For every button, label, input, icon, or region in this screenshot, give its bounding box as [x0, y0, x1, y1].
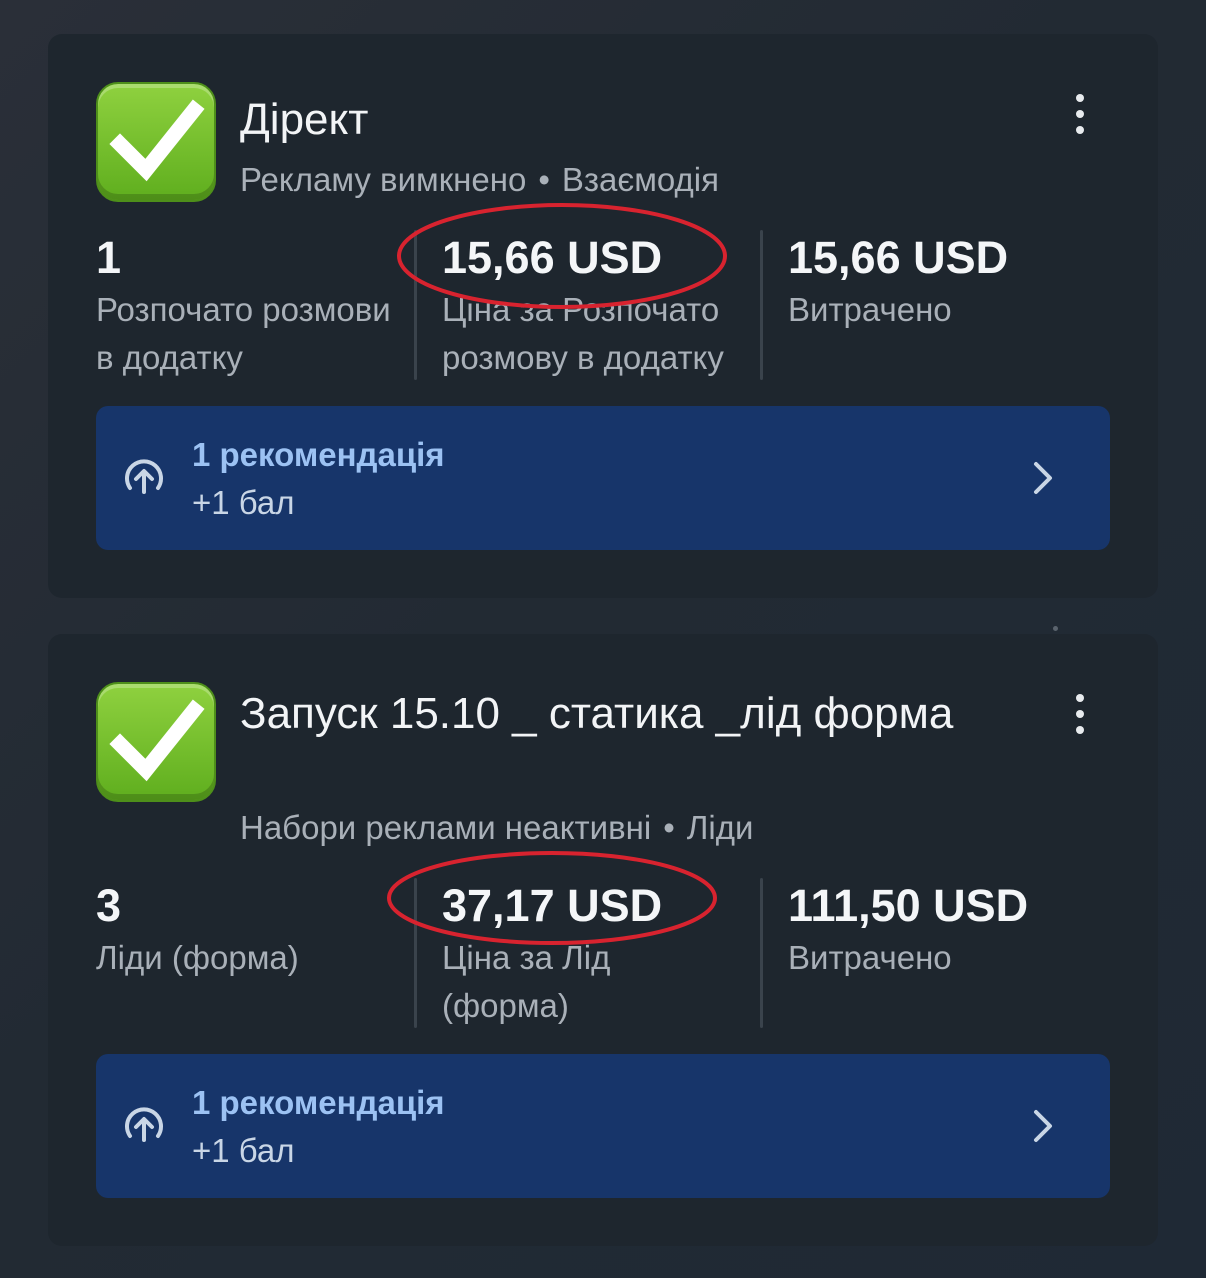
- metric-label: Витрачено: [788, 291, 952, 328]
- check-mark-button-icon: [96, 82, 216, 202]
- chevron-right-icon[interactable]: [1028, 460, 1060, 496]
- metric-label: Витрачено: [788, 939, 952, 976]
- campaign-objective: Взаємодія: [561, 161, 719, 198]
- campaign-status: Рекламу вимкнено: [240, 161, 527, 198]
- metric-label: Ціна за Лід (форма): [442, 939, 611, 1024]
- recommendation-banner[interactable]: 1 рекомендація +1 бал: [96, 406, 1110, 550]
- recommendation-title: 1 рекомендація: [192, 1084, 445, 1121]
- metric-results: 1 Розпочато розмови в додатку: [96, 232, 416, 382]
- more-vertical-icon[interactable]: [1066, 694, 1094, 738]
- more-vertical-icon[interactable]: [1066, 94, 1094, 138]
- separator-dot: •: [538, 161, 550, 198]
- campaign-status-line: Рекламу вимкнено • Взаємодія: [240, 160, 719, 200]
- metric-value: 15,66 USD: [788, 232, 1009, 283]
- metric-value: 1: [96, 232, 122, 283]
- metric-divider: [414, 878, 417, 1028]
- metric-spent: 111,50 USD Витрачено: [788, 880, 1108, 982]
- metric-cost-per-result: 37,17 USD Ціна за Лід (форма): [442, 880, 742, 1030]
- recommendation-points: +1 бал: [192, 484, 295, 521]
- metric-value: 111,50 USD: [788, 880, 1029, 931]
- metric-divider: [414, 230, 417, 380]
- metric-cost-per-result: 15,66 USD Ціна за Розпочато розмову в до…: [442, 232, 762, 382]
- metric-label: Ціна за Розпочато розмову в додатку: [442, 291, 724, 376]
- metric-spent: 15,66 USD Витрачено: [788, 232, 1108, 334]
- recommendation-points: +1 бал: [192, 1132, 295, 1169]
- metric-label: Розпочато розмови в додатку: [96, 291, 391, 376]
- separator-dot: •: [663, 809, 675, 846]
- campaign-title[interactable]: Дірект: [240, 90, 1060, 150]
- chevron-right-icon[interactable]: [1028, 1108, 1060, 1144]
- campaign-title[interactable]: Запуск 15.10 _ статика _лід форма: [240, 684, 1060, 744]
- metric-divider: [760, 878, 763, 1028]
- metric-value: 37,17 USD: [442, 880, 663, 931]
- arrow-up-circle-icon: [125, 1107, 163, 1142]
- scroll-dot: [1053, 626, 1058, 631]
- arrow-up-circle-icon: [125, 459, 163, 494]
- check-mark-button-icon: [96, 682, 216, 802]
- recommendation-banner[interactable]: 1 рекомендація +1 бал: [96, 1054, 1110, 1198]
- recommendation-title: 1 рекомендація: [192, 436, 445, 473]
- campaign-card[interactable]: Запуск 15.10 _ статика _лід форма Набори…: [48, 634, 1158, 1246]
- metric-results: 3 Ліди (форма): [96, 880, 416, 982]
- campaign-status-line: Набори реклами неактивні • Ліди: [240, 808, 753, 848]
- campaign-status: Набори реклами неактивні: [240, 809, 652, 846]
- campaign-card[interactable]: Дірект Рекламу вимкнено • Взаємодія 1 Розп…: [48, 34, 1158, 598]
- campaign-objective: Ліди: [686, 809, 754, 846]
- metric-value: 3: [96, 880, 122, 931]
- metric-value: 15,66 USD: [442, 232, 663, 283]
- metric-divider: [760, 230, 763, 380]
- metric-label: Ліди (форма): [96, 939, 299, 976]
